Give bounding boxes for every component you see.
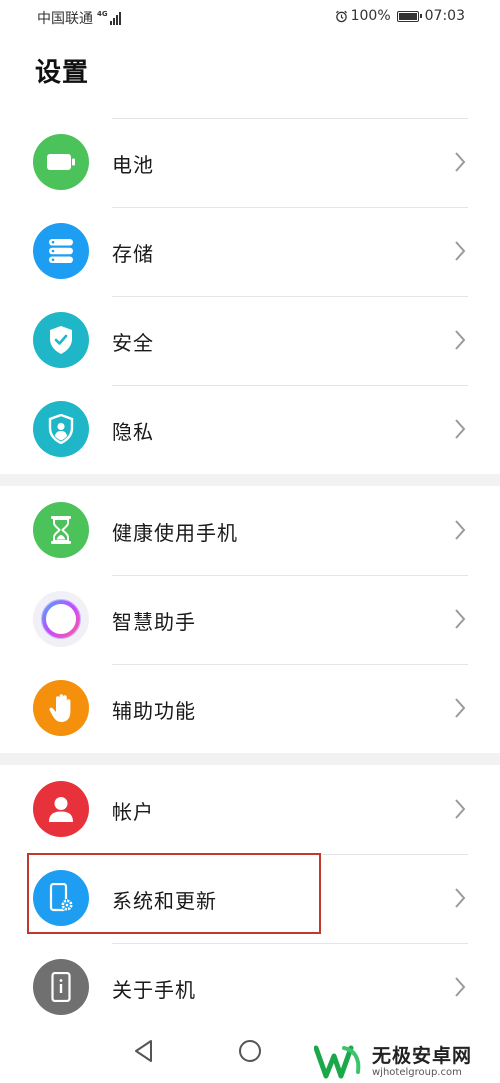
watermark-text: 无极安卓网 wjhotelgroup.com xyxy=(372,1045,472,1079)
status-right: 100% 07:03 xyxy=(335,8,465,24)
network-type: 4G xyxy=(97,10,108,18)
settings-item-digital-balance[interactable]: 健康使用手机 xyxy=(0,486,500,575)
chevron-right-icon xyxy=(455,241,466,261)
signal-icon: 4G xyxy=(97,11,122,25)
settings-item-label: 辅助功能 xyxy=(112,699,196,723)
settings-item-account[interactable]: 帐户 xyxy=(0,765,500,854)
status-bar: 中国联通 4G 100% 07:03 xyxy=(0,0,500,34)
chevron-right-icon xyxy=(455,152,466,172)
privacy-shield-icon xyxy=(33,401,89,457)
chevron-right-icon xyxy=(455,799,466,819)
divider xyxy=(112,943,468,944)
divider xyxy=(112,385,468,386)
back-icon[interactable] xyxy=(133,1039,155,1063)
settings-item-battery[interactable]: 电池 xyxy=(0,118,500,207)
highlight-annotation xyxy=(27,853,321,934)
settings-item-label: 电池 xyxy=(112,153,154,177)
watermark: 无极安卓网 wjhotelgroup.com xyxy=(314,1040,500,1083)
storage-icon xyxy=(33,223,89,279)
settings-item-label: 智慧助手 xyxy=(112,610,196,634)
settings-item-label: 安全 xyxy=(112,331,154,355)
chevron-right-icon xyxy=(455,609,466,629)
page-title: 设置 xyxy=(35,58,90,88)
settings-group-2: 健康使用手机 智慧助手 辅助功能 xyxy=(0,486,500,753)
hand-icon xyxy=(33,680,89,736)
chevron-right-icon xyxy=(455,520,466,540)
divider xyxy=(112,664,468,665)
settings-item-accessibility[interactable]: 辅助功能 xyxy=(0,664,500,753)
hourglass-icon xyxy=(33,502,89,558)
settings-item-label: 隐私 xyxy=(112,420,154,444)
settings-item-smart-assistant[interactable]: 智慧助手 xyxy=(0,575,500,664)
divider xyxy=(112,575,468,576)
divider xyxy=(112,207,468,208)
settings-item-label: 健康使用手机 xyxy=(112,521,238,545)
settings-item-about-phone[interactable]: 关于手机 xyxy=(0,943,500,1032)
chevron-right-icon xyxy=(455,419,466,439)
alarm-icon xyxy=(335,10,347,22)
settings-group-1: 电池 存储 安全 隐私 xyxy=(0,118,500,474)
group-separator xyxy=(0,753,500,765)
settings-item-label: 帐户 xyxy=(112,800,154,824)
chevron-right-icon xyxy=(455,888,466,908)
settings-item-privacy[interactable]: 隐私 xyxy=(0,385,500,474)
phone-info-icon xyxy=(33,959,89,1015)
watermark-logo-icon xyxy=(314,1045,361,1078)
watermark-title: 无极安卓网 xyxy=(372,1044,473,1067)
settings-screen: 中国联通 4G 100% 07:03 设置 电池 存储 安全 隐私 健康使用手机… xyxy=(0,0,500,1083)
group-separator xyxy=(0,474,500,486)
chevron-right-icon xyxy=(455,330,466,350)
clock: 07:03 xyxy=(424,8,465,24)
shield-check-icon xyxy=(33,312,89,368)
carrier-name: 中国联通 xyxy=(37,11,93,27)
settings-item-storage[interactable]: 存储 xyxy=(0,207,500,296)
divider xyxy=(112,118,468,119)
watermark-url: wjhotelgroup.com xyxy=(372,1066,462,1078)
account-icon xyxy=(33,781,89,837)
assistant-ring-icon xyxy=(33,591,89,647)
chevron-right-icon xyxy=(455,977,466,997)
battery-status-icon xyxy=(396,10,422,22)
chevron-right-icon xyxy=(455,698,466,718)
divider xyxy=(112,296,468,297)
status-left: 中国联通 4G xyxy=(37,8,122,28)
home-icon[interactable] xyxy=(238,1039,262,1063)
battery-icon xyxy=(33,134,89,190)
battery-percent: 100% xyxy=(350,8,391,24)
settings-item-label: 关于手机 xyxy=(112,978,196,1002)
settings-item-security[interactable]: 安全 xyxy=(0,296,500,385)
settings-item-label: 存储 xyxy=(112,242,154,266)
